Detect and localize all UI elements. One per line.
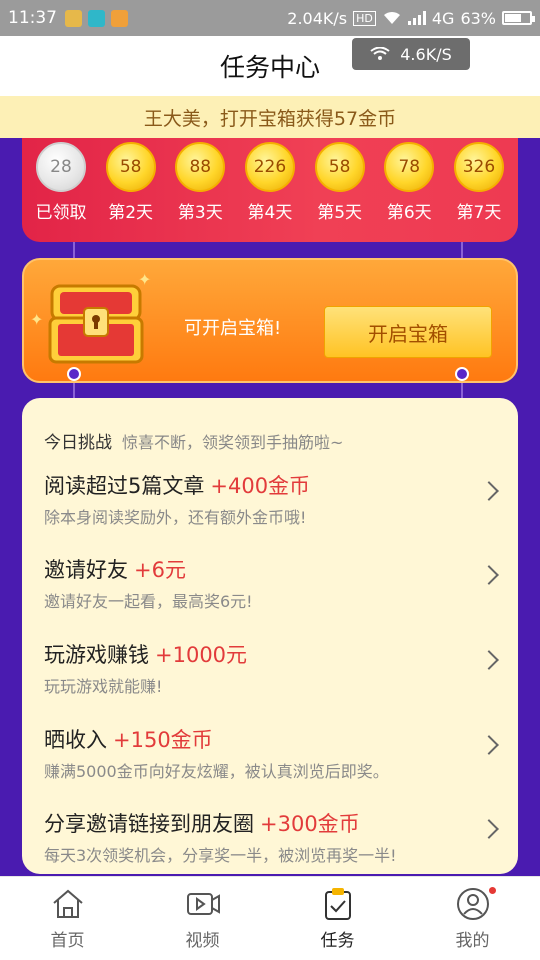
rope-knot bbox=[455, 367, 469, 381]
task-description: 玩玩游戏就能赚! bbox=[44, 677, 163, 696]
signin-days: 28 已领取 58 第2天 88 第3天 226 第4天 58 第5天 78 第6天 326 第7天 bbox=[22, 142, 518, 223]
tab-tasks[interactable]: 任务 bbox=[270, 877, 405, 960]
task-description: 赚满5000金币向好友炫耀，被认真浏览后即奖。 bbox=[44, 762, 389, 781]
sparkle-icon: ✦ bbox=[30, 310, 44, 329]
tab-video[interactable]: 视频 bbox=[135, 877, 270, 960]
task-description: 邀请好友一起看，最高奖6元! bbox=[44, 592, 253, 611]
signin-day: 226 第4天 bbox=[239, 142, 301, 223]
tab-label: 我的 bbox=[455, 931, 490, 951]
task-description: 除本身阅读奖励外，还有额外金币哦! bbox=[44, 508, 307, 527]
signin-day-label: 第7天 bbox=[456, 203, 502, 223]
wifi-speed-text: 4.6K/S bbox=[400, 44, 452, 64]
signin-day-label: 第6天 bbox=[386, 203, 432, 223]
task-description: 每天3次领奖机会，分享奖一半，被浏览再奖一半! bbox=[44, 846, 397, 865]
signin-day-label: 第3天 bbox=[177, 203, 223, 223]
signin-day: 326 第7天 bbox=[448, 142, 510, 223]
profile-icon bbox=[456, 888, 489, 920]
chevron-right-icon bbox=[479, 650, 499, 670]
daily-challenge-card: 今日挑战 惊喜不断，领奖领到手抽筋啦~ 阅读超过5篇文章 +400金币 除本身阅读奖… bbox=[22, 398, 518, 874]
task-title: 阅读超过5篇文章 bbox=[44, 474, 205, 498]
coin-icon: 226 bbox=[244, 142, 295, 192]
treasure-chest-icon bbox=[48, 284, 144, 364]
chevron-right-icon bbox=[479, 565, 499, 585]
challenge-subtitle: 惊喜不断，领奖领到手抽筋啦~ bbox=[122, 433, 344, 452]
page-title: 任务中心 bbox=[219, 53, 320, 82]
coin-icon: 58 bbox=[314, 142, 365, 192]
signin-day-label: 第4天 bbox=[247, 203, 293, 223]
signin-day-label: 已领取 bbox=[35, 203, 87, 223]
challenge-title: 今日挑战 bbox=[44, 433, 112, 453]
scan-app-icon bbox=[88, 9, 105, 27]
battery-icon bbox=[502, 11, 535, 25]
notification-dot bbox=[489, 887, 496, 894]
wifi-icon bbox=[383, 11, 400, 24]
chevron-right-icon bbox=[479, 481, 499, 501]
signin-day: 58 第2天 bbox=[100, 142, 162, 223]
app-notification-icon bbox=[65, 9, 82, 27]
hd-icon: HD bbox=[353, 10, 376, 26]
challenge-header: 今日挑战 惊喜不断，领奖领到手抽筋啦~ bbox=[44, 428, 343, 453]
coin-icon: 88 bbox=[175, 142, 226, 192]
tab-profile[interactable]: 我的 bbox=[405, 877, 540, 960]
video-icon bbox=[186, 893, 220, 915]
network-speed: 2.04K/s bbox=[287, 8, 348, 28]
home-icon bbox=[52, 889, 83, 918]
task-title: 晒收入 bbox=[44, 728, 107, 752]
treasure-chest-card: ✦ ✦ 可开启宝箱! 开启宝箱 bbox=[22, 258, 518, 383]
task-reward: +6元 bbox=[134, 558, 186, 582]
task-reward: +1000元 bbox=[155, 643, 248, 667]
status-time: 11:37 bbox=[8, 8, 57, 28]
rope-knot bbox=[67, 367, 81, 381]
chest-status-text: 可开启宝箱! bbox=[184, 318, 282, 339]
signin-day: 28 已领取 bbox=[30, 142, 92, 223]
app-notification-icon-2 bbox=[111, 9, 128, 27]
task-title: 分享邀请链接到朋友圈 bbox=[44, 812, 254, 836]
signin-day: 58 第5天 bbox=[309, 142, 371, 223]
tab-label: 首页 bbox=[50, 931, 85, 951]
wifi-speed-badge: 4.6K/S bbox=[352, 38, 470, 70]
status-bar: 11:37 2.04K/s HD 4G 63% bbox=[0, 0, 540, 36]
coin-icon: 28 bbox=[36, 142, 86, 192]
coin-icon: 78 bbox=[384, 142, 435, 192]
task-title: 玩游戏赚钱 bbox=[44, 643, 149, 667]
task-title: 邀请好友 bbox=[44, 558, 128, 582]
task-item-play-games[interactable]: 玩游戏赚钱 +1000元 玩玩游戏就能赚! bbox=[44, 639, 504, 697]
signin-day: 88 第3天 bbox=[169, 142, 231, 223]
battery-fill bbox=[505, 14, 522, 22]
battery-percent: 63% bbox=[460, 8, 496, 28]
signin-day-label: 第2天 bbox=[108, 203, 154, 223]
signin-day: 78 第6天 bbox=[378, 142, 440, 223]
task-item-share-income[interactable]: 晒收入 +150金币 赚满5000金币向好友炫耀，被认真浏览后即奖。 bbox=[44, 724, 504, 782]
task-reward: +400金币 bbox=[210, 474, 311, 498]
chevron-right-icon bbox=[479, 819, 499, 839]
task-icon bbox=[324, 888, 351, 920]
task-reward: +150金币 bbox=[113, 728, 213, 752]
task-item-share-invite-link[interactable]: 分享邀请链接到朋友圈 +300金币 每天3次领奖机会，分享奖一半，被浏览再奖一半! bbox=[44, 808, 504, 866]
coin-icon: 326 bbox=[453, 142, 504, 192]
signin-card: 28 已领取 58 第2天 88 第3天 226 第4天 58 第5天 78 第6天 326 第7天 bbox=[22, 138, 518, 242]
network-type: 4G bbox=[431, 8, 455, 28]
signal-icon bbox=[407, 11, 426, 25]
wifi-icon bbox=[370, 47, 390, 60]
coin-icon: 58 bbox=[105, 142, 156, 192]
tab-label: 任务 bbox=[320, 931, 355, 951]
chevron-right-icon bbox=[479, 735, 499, 755]
task-reward: +300金币 bbox=[260, 812, 360, 836]
tab-label: 视频 bbox=[185, 931, 220, 951]
signin-day-label: 第5天 bbox=[317, 203, 363, 223]
tab-home[interactable]: 首页 bbox=[0, 877, 135, 960]
task-item-read-articles[interactable]: 阅读超过5篇文章 +400金币 除本身阅读奖励外，还有额外金币哦! bbox=[44, 470, 504, 528]
app-header: 任务中心 4.6K/S bbox=[0, 36, 540, 96]
task-item-invite-friends[interactable]: 邀请好友 +6元 邀请好友一起看，最高奖6元! bbox=[44, 554, 504, 612]
notice-banner: 王大美，打开宝箱获得57金币 bbox=[0, 96, 540, 138]
bottom-tab-bar: 首页 视频 任务 我的 bbox=[0, 876, 540, 960]
open-chest-button[interactable]: 开启宝箱 bbox=[324, 306, 492, 358]
